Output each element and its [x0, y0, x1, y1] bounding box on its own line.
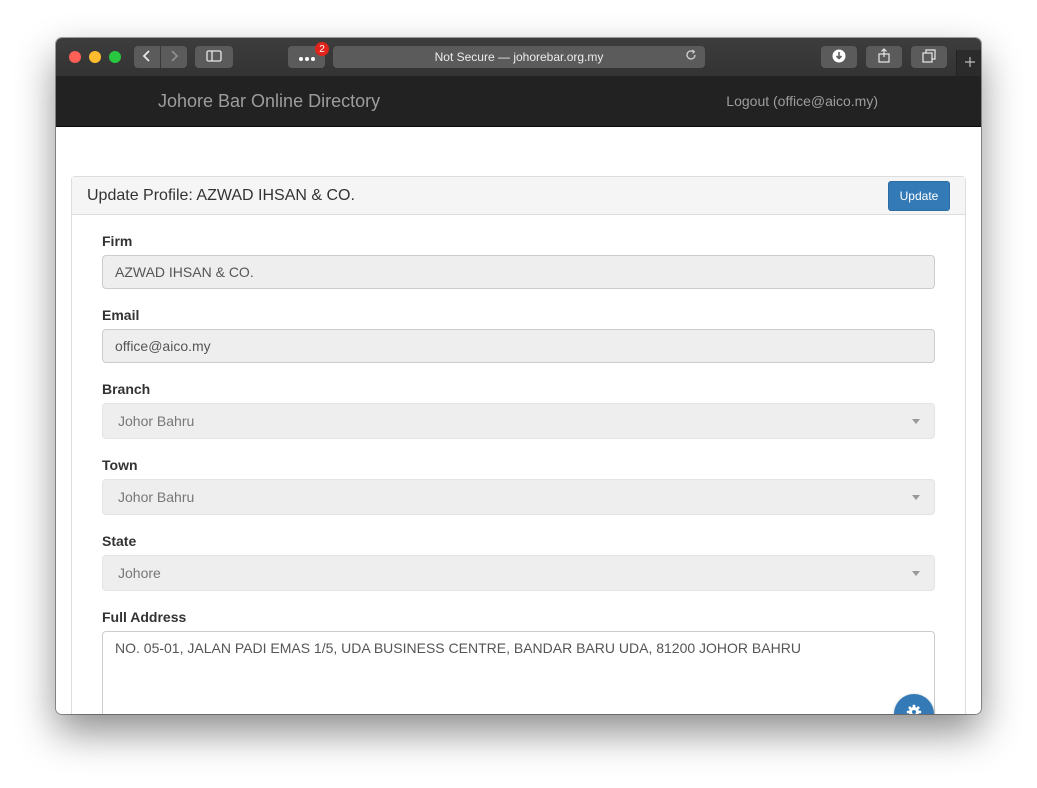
branch-label: Branch	[102, 381, 151, 397]
state-select[interactable]: Johore	[102, 555, 935, 591]
ellipsis-icon	[298, 50, 316, 65]
update-button[interactable]: Update	[888, 181, 950, 211]
sidebar-toggle-button[interactable]	[195, 46, 233, 68]
minimize-window-button[interactable]	[89, 51, 101, 63]
branch-select[interactable]: Johor Bahru	[102, 403, 935, 439]
chevron-left-icon	[142, 49, 152, 66]
page-content: Update Profile: AZWAD IHSAN & CO. Update…	[56, 127, 981, 714]
state-label: State	[102, 533, 137, 549]
forward-button[interactable]	[161, 46, 187, 68]
browser-window: 2 Not Secure — johorebar.org.my Johore B…	[56, 38, 981, 714]
downloads-button[interactable]	[821, 46, 857, 68]
town-selected-value: Johor Bahru	[118, 489, 195, 505]
caret-down-icon	[912, 495, 920, 500]
share-button[interactable]	[866, 46, 902, 68]
site-navbar: Johore Bar Online Directory Logout (offi…	[56, 76, 981, 127]
caret-down-icon	[912, 571, 920, 576]
tabs-overview-button[interactable]	[911, 46, 947, 68]
browser-toolbar: 2 Not Secure — johorebar.org.my	[56, 38, 981, 77]
caret-down-icon	[912, 419, 920, 424]
tabs-icon	[922, 48, 936, 66]
address-text: Not Secure — johorebar.org.my	[434, 50, 604, 64]
maximize-window-button[interactable]	[109, 51, 121, 63]
logout-link[interactable]: Logout (office@aico.my)	[726, 93, 878, 109]
full-address-textarea[interactable]: NO. 05-01, JALAN PADI EMAS 1/5, UDA BUSI…	[102, 631, 935, 714]
email-label: Email	[102, 307, 140, 323]
panel-heading: Update Profile: AZWAD IHSAN & CO. Update	[72, 177, 965, 215]
close-window-button[interactable]	[69, 51, 81, 63]
town-label: Town	[102, 457, 138, 473]
town-select[interactable]: Johor Bahru	[102, 479, 935, 515]
state-selected-value: Johore	[118, 565, 161, 581]
update-profile-panel: Update Profile: AZWAD IHSAN & CO. Update…	[71, 176, 966, 714]
plus-icon	[964, 53, 976, 73]
new-tab-button[interactable]	[956, 50, 981, 76]
branch-selected-value: Johor Bahru	[118, 413, 195, 429]
download-icon	[832, 49, 846, 66]
address-bar[interactable]: Not Secure — johorebar.org.my	[333, 46, 705, 68]
back-button[interactable]	[134, 46, 160, 68]
sidebar-icon	[206, 49, 222, 65]
share-icon	[877, 48, 891, 66]
firm-label: Firm	[102, 233, 133, 249]
reload-icon[interactable]	[685, 49, 697, 64]
site-brand-link[interactable]: Johore Bar Online Directory	[158, 91, 380, 112]
full-address-label: Full Address	[102, 609, 187, 625]
panel-title: Update Profile: AZWAD IHSAN & CO.	[87, 187, 355, 204]
gear-icon	[906, 704, 922, 714]
chevron-right-icon	[169, 49, 179, 66]
email-field[interactable]	[102, 329, 935, 363]
firm-field[interactable]	[102, 255, 935, 289]
extensions-badge: 2	[315, 42, 329, 56]
